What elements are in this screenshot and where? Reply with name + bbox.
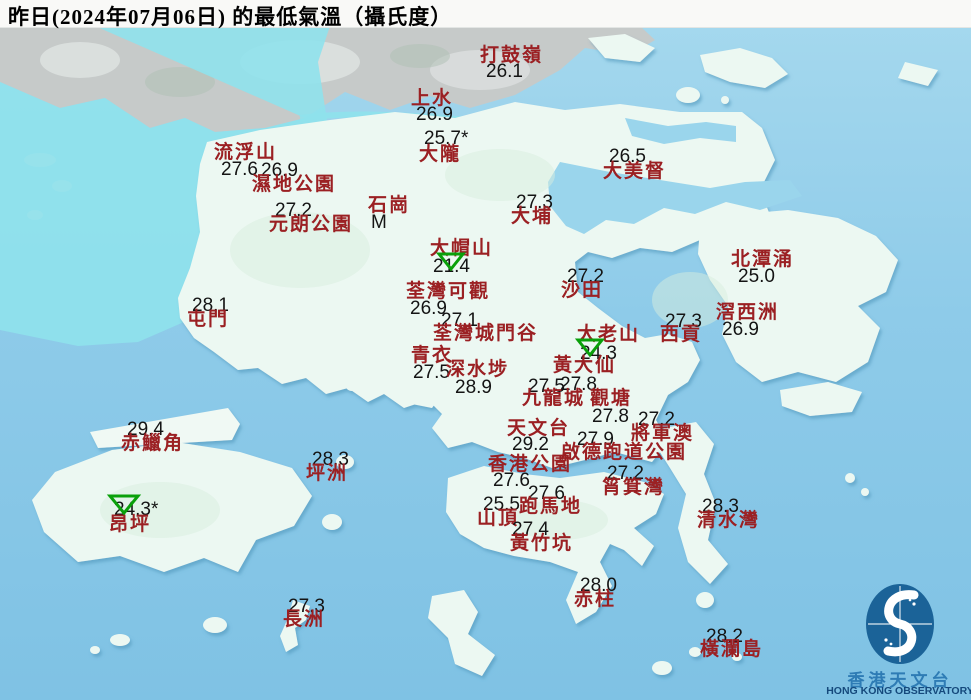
station-peng-chau-name: 坪洲 [306, 464, 348, 483]
station-sheung-shui-name: 上水 [411, 89, 453, 108]
station-tsuen-wan-ho-koon-name: 荃灣可觀 [406, 282, 490, 301]
stations-layer: 26.1打鼓嶺26.9上水25.7*大隴27.6流浮山26.9濕地公園27.2元… [0, 0, 971, 700]
station-kau-sai-chau-name: 滘西洲 [716, 303, 779, 322]
station-kwun-tong-value: 27.8 [592, 407, 629, 426]
station-tuen-mun-name: 屯門 [187, 310, 229, 329]
station-cheung-chau-name: 長洲 [283, 610, 325, 629]
station-sham-shui-po-name: 深水埗 [446, 360, 509, 379]
station-tai-lung-name: 大隴 [419, 145, 461, 164]
station-hong-kong-park-name: 香港公園 [488, 455, 572, 474]
station-pak-tam-chung-name: 北潭涌 [731, 250, 794, 269]
station-tai-mei-tuk-name: 大美督 [603, 162, 666, 181]
station-yuen-long-park-name: 元朗公園 [269, 215, 353, 234]
station-shek-kong-name: 石崗 [368, 196, 410, 215]
hko-min-temp-map: 昨日(2024年07月06日) 的最低氣溫（攝氏度） 26.1打鼓嶺26.9上水… [0, 0, 971, 700]
min-temp-marker [108, 494, 140, 515]
station-shau-kei-wan-name: 筲箕灣 [602, 478, 665, 497]
min-temp-marker [437, 252, 465, 271]
station-chek-lap-kok-name: 赤鱲角 [121, 434, 184, 453]
station-ngong-ping-name: 昂坪 [109, 515, 151, 534]
station-waglan-island-name: 橫瀾島 [700, 640, 763, 659]
station-happy-valley-name: 跑馬地 [519, 497, 582, 516]
station-tseung-kwan-o-name: 將軍澳 [631, 424, 694, 443]
station-wong-tai-sin-name: 黃大仙 [553, 356, 616, 375]
station-sai-kung-name: 西貢 [660, 325, 702, 344]
station-kai-tak-runway-park-name: 啟德跑道公園 [561, 443, 687, 462]
hko-logo-english: HONG KONG OBSERVATORY [826, 685, 971, 697]
station-sha-tin-name: 沙田 [561, 281, 603, 300]
station-hko-headquarters-name: 天文台 [507, 419, 570, 438]
hko-logo-icon [864, 582, 936, 666]
station-stanley-name: 赤柱 [574, 590, 616, 609]
hko-logo: 香港天文台 HONG KONG OBSERVATORY [828, 576, 971, 700]
station-wong-chuk-hang-name: 黃竹坑 [510, 534, 573, 553]
station-kowloon-city-name: 九龍城 [522, 389, 585, 408]
station-sham-shui-po-value: 28.9 [455, 378, 492, 397]
station-clear-water-bay-name: 清水灣 [697, 511, 760, 530]
station-tai-po-name: 大埔 [511, 207, 553, 226]
station-wetland-park-name: 濕地公園 [252, 175, 336, 194]
station-kwun-tong-name: 觀塘 [590, 389, 632, 408]
station-tsuen-wan-shing-mun-valley-name: 荃灣城門谷 [433, 324, 538, 343]
station-ta-kwu-ling-name: 打鼓嶺 [480, 46, 543, 65]
